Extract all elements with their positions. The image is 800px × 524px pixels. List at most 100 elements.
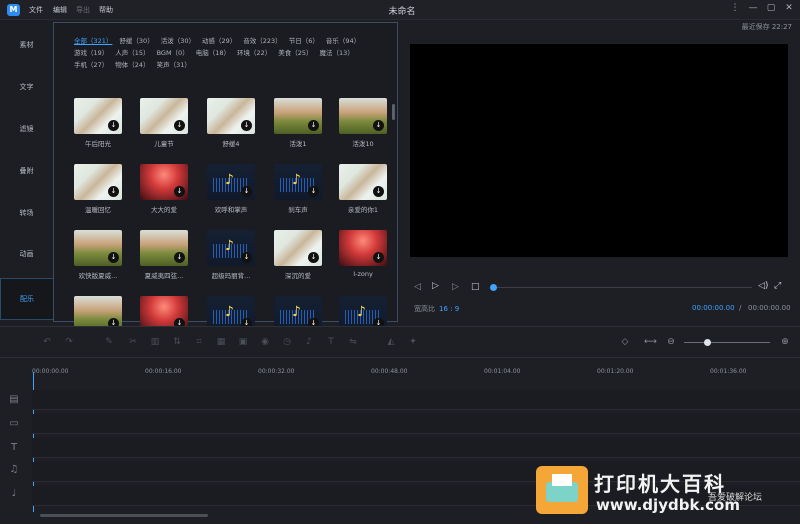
minimize-icon[interactable]: — [746, 3, 760, 13]
music-thumbnail[interactable]: ↓ [140, 230, 188, 266]
maximize-icon[interactable]: ▢ [764, 3, 778, 13]
download-icon[interactable]: ↓ [241, 120, 252, 131]
download-icon[interactable]: ↓ [174, 120, 185, 131]
category-chip[interactable]: 音乐（94） [326, 35, 360, 47]
category-chip[interactable]: 舒缓（30） [119, 35, 153, 47]
zoom-in-icon[interactable]: ⊕ [780, 337, 790, 347]
fit-icon[interactable]: ⟷ [644, 337, 657, 347]
mosaic-icon[interactable]: ▦ [216, 337, 226, 347]
category-chip[interactable]: 音效（223） [243, 35, 281, 47]
stop-icon[interactable]: □ [471, 282, 480, 292]
speed-icon[interactable]: ◷ [282, 337, 292, 347]
category-chip[interactable]: BGM（0） [157, 47, 189, 59]
library-scrollbar[interactable] [392, 104, 395, 120]
playback-progress-handle[interactable] [490, 284, 497, 291]
text-to-speech-icon[interactable]: T [326, 337, 336, 347]
menu-file[interactable]: 文件 [29, 5, 43, 15]
nav-text[interactable]: 文字 [0, 82, 53, 92]
download-icon[interactable]: ↓ [108, 252, 119, 263]
split-icon[interactable]: ✂ [128, 337, 138, 347]
menu-edit[interactable]: 编辑 [53, 5, 67, 15]
adjust-icon[interactable]: ⇅ [172, 337, 182, 347]
category-chip[interactable]: 游戏（19） [74, 47, 108, 59]
audio-separate-icon[interactable]: ⇋ [348, 337, 358, 347]
menu-export[interactable]: 导出 [76, 5, 90, 15]
music-thumbnail[interactable]: ↓ [140, 164, 188, 200]
zoom-slider-handle[interactable] [704, 339, 711, 346]
category-chip[interactable]: 全部（321） [74, 35, 112, 47]
timeline-ruler[interactable]: 00:00:00.00 00:00:16.00 00:00:32.00 00:00:4… [32, 358, 800, 382]
music-thumbnail[interactable]: ↓ [207, 98, 255, 134]
download-icon[interactable]: ↓ [174, 252, 185, 263]
voiceover-icon[interactable]: ♪ [304, 337, 314, 347]
download-icon[interactable]: ↓ [373, 252, 384, 263]
category-chip[interactable]: 魔法（13） [320, 47, 354, 59]
fullscreen-icon[interactable]: ⤢ [774, 281, 781, 291]
music-thumbnail[interactable]: ♪ ↓ [207, 164, 255, 200]
download-icon[interactable]: ↓ [108, 120, 119, 131]
music-thumbnail[interactable]: ♪ ↓ [274, 164, 322, 200]
music-thumbnail[interactable]: ↓ [339, 98, 387, 134]
edit-icon[interactable]: ✎ [104, 337, 114, 347]
download-icon[interactable]: ↓ [308, 186, 319, 197]
category-chip[interactable]: 节日（6） [289, 35, 319, 47]
category-chip[interactable]: 环境（22） [237, 47, 271, 59]
category-chip[interactable]: 电脑（18） [196, 47, 230, 59]
download-icon[interactable]: ↓ [174, 186, 185, 197]
menu-help[interactable]: 帮助 [99, 5, 113, 15]
play-icon[interactable]: ▷ [432, 281, 439, 291]
category-chip[interactable]: 手机（27） [74, 59, 108, 71]
zoom-out-icon[interactable]: ⊖ [666, 337, 676, 347]
nav-music[interactable]: 配乐 [0, 278, 53, 320]
music-thumbnail[interactable]: ↓ [140, 98, 188, 134]
nav-media[interactable]: 素材 [0, 40, 53, 50]
music-thumbnail[interactable]: ↓ [339, 230, 387, 266]
snapshot-icon[interactable]: ◉ [260, 337, 270, 347]
download-icon[interactable]: ↓ [241, 186, 252, 197]
music-thumbnail[interactable]: ↓ [274, 230, 322, 266]
close-icon[interactable]: ✕ [782, 3, 796, 13]
download-icon[interactable]: ↓ [308, 252, 319, 263]
category-chip[interactable]: 活泼（30） [161, 35, 195, 47]
zoom-slider-track[interactable] [684, 342, 770, 343]
next-frame-icon[interactable]: ▷ [452, 282, 459, 292]
delete-icon[interactable]: ▥ [150, 337, 160, 347]
download-icon[interactable]: ↓ [373, 186, 384, 197]
download-icon[interactable]: ↓ [308, 120, 319, 131]
playback-progress-track[interactable] [492, 287, 752, 288]
category-chip[interactable]: 动感（29） [202, 35, 236, 47]
nav-transitions[interactable]: 转场 [0, 208, 53, 218]
download-icon[interactable]: ↓ [108, 186, 119, 197]
music-thumbnail[interactable]: ↓ [74, 98, 122, 134]
category-chip[interactable]: 笑声（31） [157, 59, 191, 71]
overlay-track[interactable] [32, 414, 800, 434]
music-thumbnail[interactable]: ♪ ↓ [207, 230, 255, 266]
volume-icon[interactable]: ◁) [758, 281, 768, 291]
download-icon[interactable]: ↓ [241, 252, 252, 263]
nav-animations[interactable]: 动画 [0, 249, 53, 259]
color-icon[interactable]: ◭ [386, 337, 396, 347]
freeze-icon[interactable]: ▣ [238, 337, 248, 347]
undo-icon[interactable]: ↶ [42, 337, 52, 347]
text-track[interactable] [32, 438, 800, 458]
aspect-ratio-selector[interactable]: 宽高比 16 : 9 [414, 304, 459, 314]
music-thumbnail[interactable]: ↓ [74, 230, 122, 266]
marker-icon[interactable]: ◇ [620, 337, 630, 347]
music-thumbnail[interactable]: ↓ [274, 98, 322, 134]
prev-frame-icon[interactable]: ◁ [414, 282, 421, 292]
effects-icon[interactable]: ✦ [408, 337, 418, 347]
category-chip[interactable]: 美食（25） [278, 47, 312, 59]
timeline-scrollbar[interactable] [40, 514, 208, 517]
category-chip[interactable]: 人声（15） [115, 47, 149, 59]
nav-filters[interactable]: 滤镜 [0, 124, 53, 134]
category-chip[interactable]: 物体（24） [115, 59, 149, 71]
music-thumbnail[interactable]: ↓ [339, 164, 387, 200]
music-thumbnail[interactable]: ↓ [74, 164, 122, 200]
redo-icon[interactable]: ↷ [64, 337, 74, 347]
crop-icon[interactable]: ⌗ [194, 337, 204, 347]
nav-overlays[interactable]: 叠附 [0, 166, 53, 176]
aspect-ratio-value[interactable]: 16 : 9 [439, 305, 459, 313]
video-track[interactable] [32, 390, 800, 410]
download-icon[interactable]: ↓ [373, 120, 384, 131]
more-menu-icon[interactable]: ⋮ [728, 3, 742, 13]
